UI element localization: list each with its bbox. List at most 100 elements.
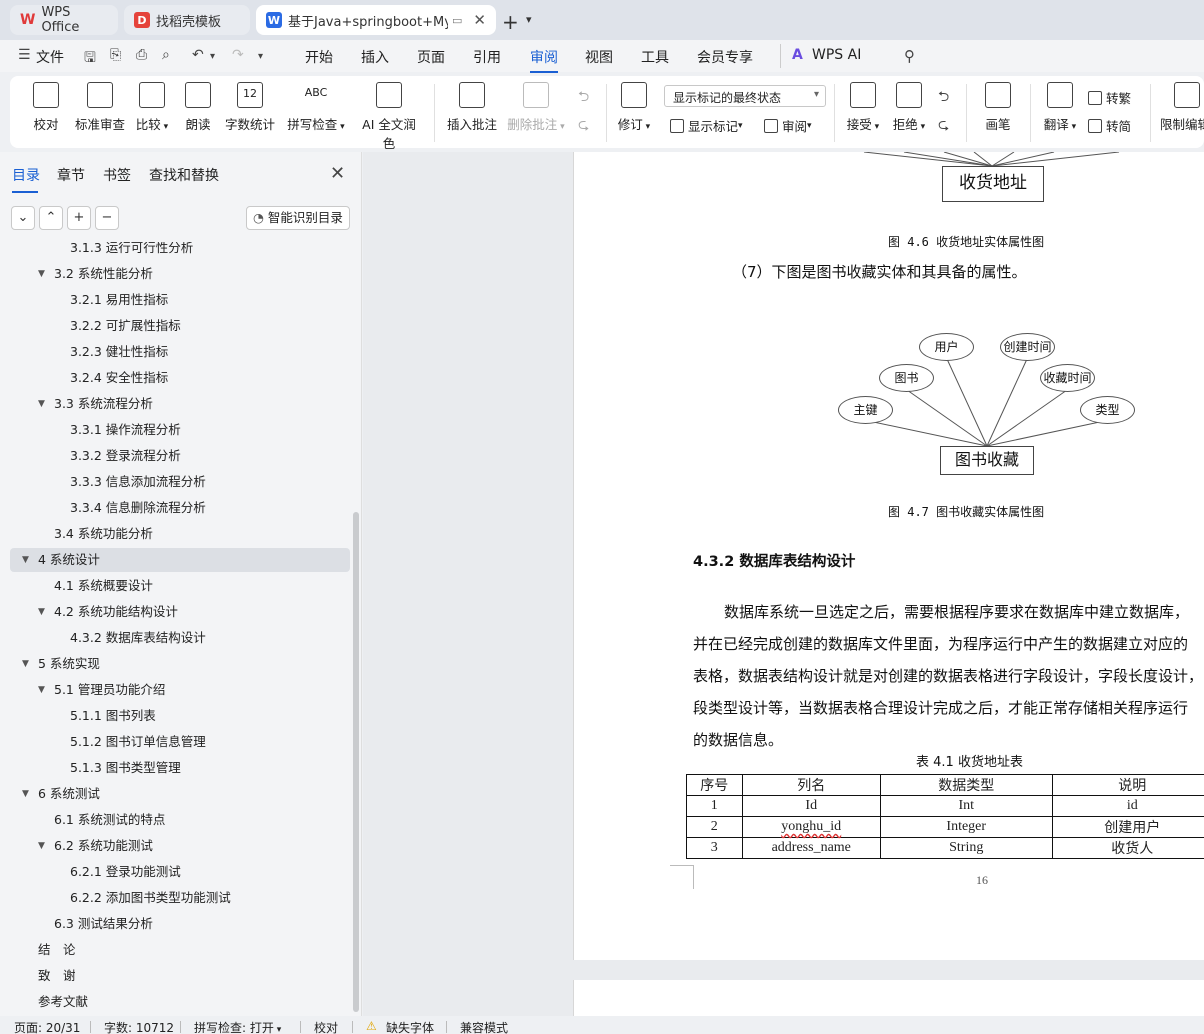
nav-tab-bookmarks[interactable]: 书签: [103, 165, 131, 185]
toc-item[interactable]: 5.1.2 图书订单信息管理: [10, 730, 350, 754]
expand-arrow-icon[interactable]: ▼: [22, 548, 29, 572]
toc-item[interactable]: ▼ 5.1 管理员功能介绍: [10, 678, 350, 702]
nav-tab-chapters[interactable]: 章节: [57, 165, 85, 185]
undo-icon[interactable]: ↶: [192, 47, 204, 63]
menu-insert[interactable]: 插入: [361, 47, 389, 67]
status-page[interactable]: 页面: 20/31: [14, 1019, 80, 1034]
menu-file[interactable]: 文件: [36, 47, 64, 67]
menu-page[interactable]: 页面: [417, 47, 445, 67]
menu-review[interactable]: 审阅: [530, 47, 558, 73]
menu-member[interactable]: 会员专享: [697, 47, 753, 67]
to-traditional-button[interactable]: 转繁: [1088, 88, 1131, 107]
toc-item[interactable]: 3.1.3 运行可行性分析: [10, 242, 350, 260]
menu-reference[interactable]: 引用: [473, 47, 501, 67]
nav-tab-toc[interactable]: 目录: [12, 165, 40, 193]
toc-item[interactable]: ▼ 4 系统设计: [10, 548, 350, 572]
toc-item[interactable]: 参考文献: [10, 990, 350, 1014]
compare-button[interactable]: 比较 ▾: [132, 82, 172, 133]
toc-item[interactable]: ▼ 6.2 系统功能测试: [10, 834, 350, 858]
tab-document[interactable]: W 基于Java+springboot+MyS ▭ ✕: [256, 5, 496, 35]
pen-button[interactable]: 画笔: [980, 82, 1016, 133]
restrict-edit-button[interactable]: 限制编辑: [1160, 82, 1204, 133]
collapse-all-button[interactable]: ⌄: [11, 206, 35, 230]
menu-wps-ai[interactable]: WPS AI: [812, 47, 861, 63]
toc-item[interactable]: 6.1 系统测试的特点: [10, 808, 350, 832]
prev-comment-icon[interactable]: ⮌: [578, 86, 589, 110]
track-changes-button[interactable]: 修订 ▾: [616, 82, 652, 133]
toc-item[interactable]: 3.2.3 健壮性指标: [10, 340, 350, 364]
search-icon[interactable]: ⚲: [904, 47, 915, 65]
tab-template[interactable]: D 找稻壳模板: [124, 5, 250, 35]
markup-mode-select[interactable]: 显示标记的最终状态 ▾: [664, 85, 826, 107]
translate-button[interactable]: 翻译 ▾: [1040, 82, 1080, 133]
to-simplified-button[interactable]: 转简: [1088, 116, 1131, 135]
toc-item[interactable]: ▼ 4.2 系统功能结构设计: [10, 600, 350, 624]
expand-arrow-icon[interactable]: ▼: [22, 782, 29, 806]
chevron-down-icon[interactable]: ▾: [258, 51, 263, 62]
expand-arrow-icon[interactable]: ▼: [38, 262, 45, 286]
toc-item[interactable]: 3.3.1 操作流程分析: [10, 418, 350, 442]
toc-item[interactable]: 6.2.2 添加图书类型功能测试: [10, 886, 350, 910]
expand-up-button[interactable]: ⌃: [39, 206, 63, 230]
next-change-icon[interactable]: ⮎: [938, 114, 949, 138]
read-aloud-button[interactable]: 朗读: [182, 82, 214, 133]
toc-item[interactable]: 6.2.1 登录功能测试: [10, 860, 350, 884]
toc-item[interactable]: ▼ 3.2 系统性能分析: [10, 262, 350, 286]
add-heading-button[interactable]: +: [67, 206, 91, 230]
monitor-icon[interactable]: ▭: [452, 14, 462, 27]
insert-comment-button[interactable]: 插入批注: [446, 82, 498, 133]
nav-tab-find-replace[interactable]: 查找和替换: [149, 165, 219, 185]
status-missing-font[interactable]: 缺失字体: [386, 1019, 434, 1034]
word-count-button[interactable]: 12 字数统计: [224, 82, 276, 133]
toc-item[interactable]: 3.2.1 易用性指标: [10, 288, 350, 312]
status-proofread[interactable]: 校对: [314, 1019, 338, 1034]
toc-item[interactable]: 3.3.2 登录流程分析: [10, 444, 350, 468]
toc-item[interactable]: 3.2.2 可扩展性指标: [10, 314, 350, 338]
print-icon[interactable]: ⎙: [136, 47, 147, 63]
toc-item[interactable]: 3.3.4 信息删除流程分析: [10, 496, 350, 520]
expand-arrow-icon[interactable]: ▼: [38, 392, 45, 416]
toc-item[interactable]: 5.1.1 图书列表: [10, 704, 350, 728]
hamburger-menu-icon[interactable]: ☰: [18, 47, 31, 63]
delete-comment-button[interactable]: 删除批注 ▾: [506, 82, 566, 133]
toc-item[interactable]: 4.1 系统概要设计: [10, 574, 350, 598]
prev-change-icon[interactable]: ⮌: [938, 86, 949, 110]
status-spell-check[interactable]: 拼写检查: 打开 ▾: [194, 1019, 281, 1034]
toc-item[interactable]: 5.1.3 图书类型管理: [10, 756, 350, 780]
menu-start[interactable]: 开始: [305, 47, 333, 67]
reject-button[interactable]: 拒绝 ▾: [890, 82, 928, 133]
toc-item[interactable]: 3.4 系统功能分析: [10, 522, 350, 546]
print-preview-icon[interactable]: ⌕: [162, 47, 170, 63]
redo-icon[interactable]: ↷: [232, 47, 244, 63]
status-word-count[interactable]: 字数: 10712: [104, 1019, 174, 1034]
toc-item[interactable]: 致 谢: [10, 964, 350, 988]
toc-item[interactable]: ▼ 6 系统测试: [10, 782, 350, 806]
chevron-down-icon[interactable]: ▾: [526, 13, 532, 26]
proofread-button[interactable]: 校对: [30, 82, 62, 133]
chevron-down-icon[interactable]: ▾: [210, 51, 215, 62]
toc-item[interactable]: 4.3.2 数据库表结构设计: [10, 626, 350, 650]
menu-tools[interactable]: 工具: [641, 47, 669, 67]
toc-item[interactable]: ▼ 3.3 系统流程分析: [10, 392, 350, 416]
tab-wps-office[interactable]: W WPS Office: [10, 5, 118, 35]
toc-scrollbar[interactable]: [353, 512, 359, 1012]
toc-item[interactable]: 3.2.4 安全性指标: [10, 366, 350, 390]
expand-arrow-icon[interactable]: ▼: [38, 678, 45, 702]
expand-arrow-icon[interactable]: ▼: [22, 652, 29, 676]
remove-heading-button[interactable]: −: [95, 206, 119, 230]
next-comment-icon[interactable]: ⮎: [578, 114, 589, 138]
close-icon[interactable]: ✕: [330, 163, 345, 184]
show-markup-button[interactable]: 显示标记 ▾: [670, 116, 743, 135]
expand-arrow-icon[interactable]: ▼: [38, 600, 45, 624]
spell-check-button[interactable]: ABC 拼写检查 ▾: [286, 82, 346, 133]
toc-item[interactable]: 3.3.3 信息添加流程分析: [10, 470, 350, 494]
menu-view[interactable]: 视图: [585, 47, 613, 67]
toc-item[interactable]: 结 论: [10, 938, 350, 962]
expand-arrow-icon[interactable]: ▼: [38, 834, 45, 858]
accept-button[interactable]: 接受 ▾: [844, 82, 882, 133]
export-icon[interactable]: ⎘: [110, 47, 121, 63]
close-tab-icon[interactable]: ✕: [473, 11, 486, 29]
standard-review-button[interactable]: 标准审查: [72, 82, 128, 133]
review-pane-button[interactable]: 审阅 ▾: [764, 116, 812, 135]
toc-item[interactable]: ▼ 5 系统实现: [10, 652, 350, 676]
